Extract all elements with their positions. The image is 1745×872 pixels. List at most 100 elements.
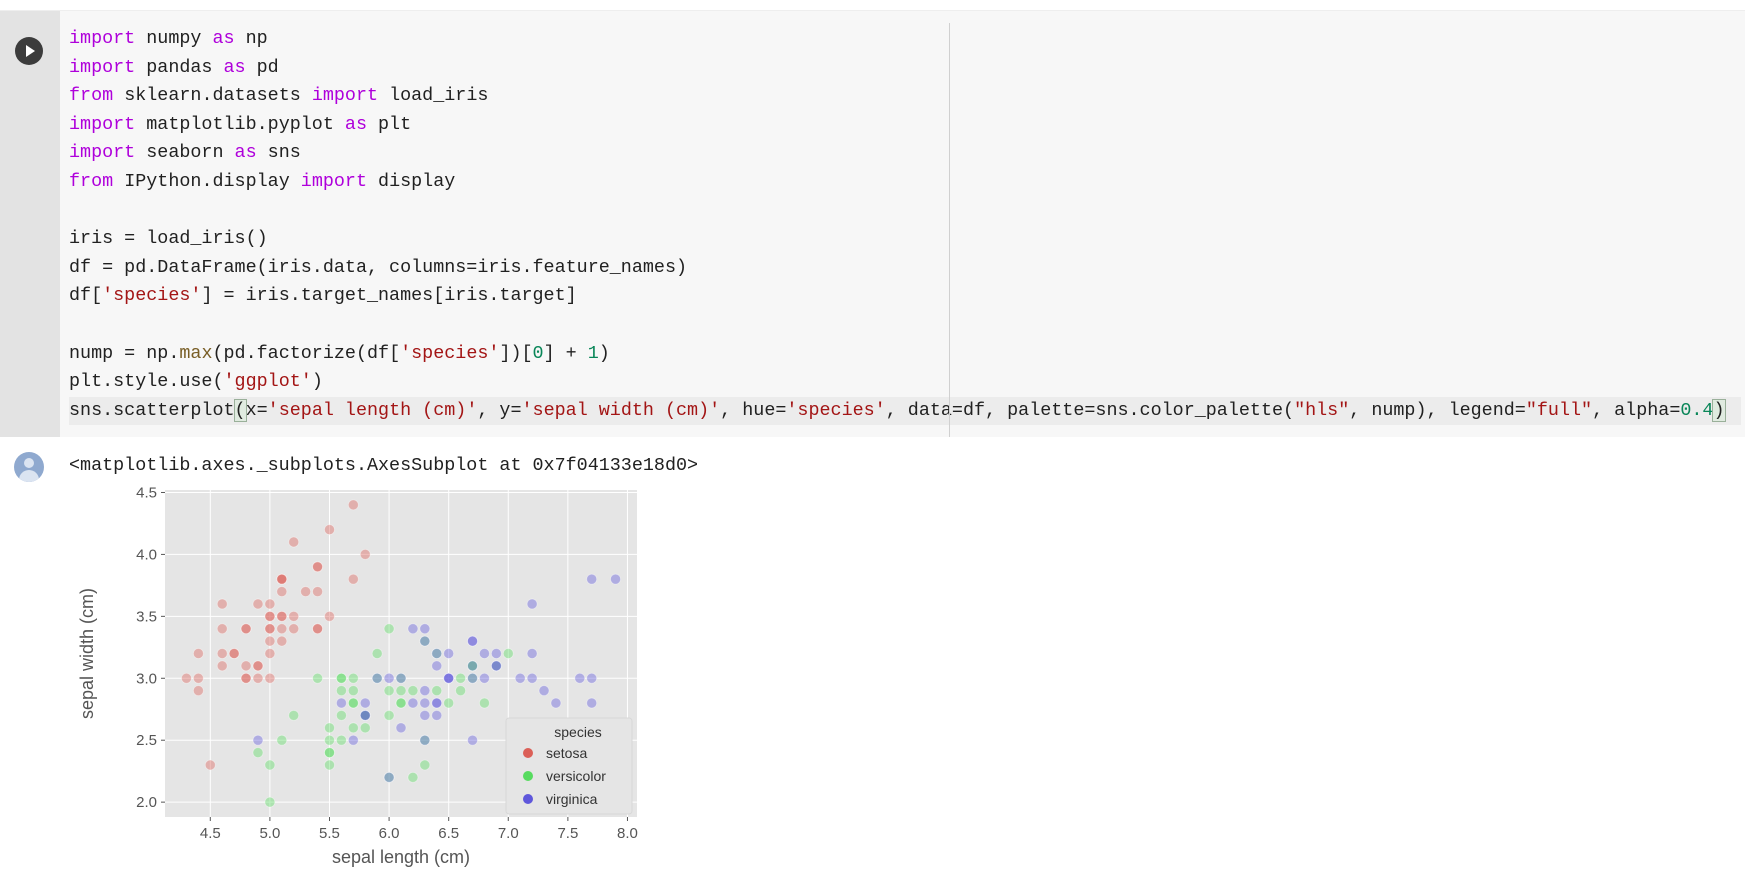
- data-point-versicolor: [407, 771, 419, 783]
- data-point-setosa: [264, 610, 276, 622]
- data-point-versicolor: [347, 685, 359, 697]
- data-point-setosa: [240, 660, 252, 672]
- data-point-virginica: [431, 697, 443, 709]
- legend-marker-virginica: [523, 794, 533, 804]
- y-tick-label: 4.5: [136, 484, 157, 501]
- data-point-virginica: [419, 697, 431, 709]
- data-point-setosa: [240, 623, 252, 635]
- data-point-setosa: [324, 524, 335, 536]
- y-tick-label: 3.5: [136, 608, 157, 625]
- data-point-setosa: [288, 610, 300, 622]
- data-point-setosa: [276, 623, 288, 635]
- data-point-setosa: [252, 660, 264, 672]
- data-point-virginica: [586, 697, 598, 709]
- y-tick-label: 2.5: [136, 732, 157, 749]
- data-point-setosa: [347, 499, 359, 511]
- data-point-versicolor: [419, 759, 431, 771]
- data-point-virginica: [419, 734, 431, 746]
- data-point-versicolor: [347, 722, 359, 734]
- data-point-setosa: [216, 598, 228, 610]
- legend-label-setosa: setosa: [546, 745, 587, 761]
- data-point-virginica: [359, 697, 371, 709]
- data-point-versicolor: [443, 697, 455, 709]
- data-point-setosa: [288, 536, 300, 548]
- legend-marker-versicolor: [523, 771, 533, 781]
- data-point-virginica: [550, 697, 562, 709]
- data-point-versicolor: [324, 747, 335, 758]
- data-point-setosa: [312, 561, 323, 573]
- data-point-setosa: [312, 586, 323, 597]
- data-point-versicolor: [479, 697, 490, 709]
- data-point-setosa: [276, 610, 288, 622]
- data-point-versicolor: [359, 722, 371, 734]
- data-point-setosa: [181, 672, 192, 684]
- x-tick-label: 8.0: [617, 825, 638, 842]
- data-point-setosa: [240, 672, 252, 684]
- x-tick-label: 5.5: [319, 825, 340, 842]
- data-point-versicolor: [324, 734, 335, 746]
- data-point-setosa: [252, 672, 264, 684]
- data-point-virginica: [467, 672, 478, 684]
- data-point-virginica: [419, 635, 431, 647]
- data-point-setosa: [252, 598, 264, 610]
- data-point-setosa: [264, 598, 276, 610]
- data-point-virginica: [467, 635, 478, 647]
- data-point-setosa: [312, 623, 323, 635]
- data-point-virginica: [526, 598, 538, 610]
- x-tick-label: 5.0: [259, 825, 280, 842]
- data-point-versicolor: [383, 710, 395, 721]
- data-point-virginica: [538, 685, 550, 697]
- data-point-setosa: [264, 648, 276, 659]
- data-point-setosa: [264, 672, 276, 684]
- data-point-virginica: [490, 648, 502, 659]
- data-point-versicolor: [324, 722, 335, 734]
- data-point-versicolor: [371, 648, 383, 659]
- data-point-versicolor: [383, 685, 395, 697]
- data-point-virginica: [479, 672, 490, 684]
- data-point-versicolor: [395, 697, 407, 709]
- data-point-virginica: [395, 672, 407, 684]
- x-axis-label: sepal length (cm): [332, 847, 470, 867]
- data-point-virginica: [526, 648, 538, 659]
- data-point-virginica: [407, 697, 419, 709]
- data-point-versicolor: [312, 672, 323, 684]
- data-point-virginica: [443, 672, 455, 684]
- legend-label-virginica: virginica: [546, 791, 598, 807]
- y-axis-label: sepal width (cm): [77, 588, 97, 719]
- data-point-versicolor: [383, 623, 395, 635]
- data-point-versicolor: [336, 734, 347, 746]
- data-point-setosa: [276, 635, 288, 647]
- data-point-virginica: [574, 672, 586, 684]
- data-point-versicolor: [264, 796, 276, 808]
- data-point-versicolor: [336, 710, 347, 721]
- data-point-virginica: [395, 722, 407, 734]
- data-point-versicolor: [347, 672, 359, 684]
- data-point-versicolor: [336, 672, 347, 684]
- data-point-virginica: [514, 672, 526, 684]
- data-point-setosa: [276, 573, 288, 585]
- data-point-setosa: [216, 660, 228, 672]
- data-point-versicolor: [502, 648, 514, 659]
- legend-title: species: [554, 724, 601, 740]
- y-tick-label: 2.0: [136, 794, 157, 811]
- legend-label-versicolor: versicolor: [546, 768, 606, 784]
- data-point-virginica: [490, 660, 502, 672]
- y-tick-label: 3.0: [136, 670, 157, 687]
- data-point-setosa: [204, 759, 216, 771]
- data-point-versicolor: [252, 747, 264, 758]
- data-point-setosa: [347, 573, 359, 585]
- data-point-versicolor: [336, 685, 347, 697]
- data-point-virginica: [431, 648, 443, 659]
- data-point-versicolor: [264, 759, 276, 771]
- y-tick-label: 4.0: [136, 546, 157, 563]
- data-point-setosa: [264, 623, 276, 635]
- data-point-setosa: [300, 586, 312, 597]
- data-point-virginica: [347, 734, 359, 746]
- data-point-virginica: [407, 623, 419, 635]
- data-point-versicolor: [288, 710, 300, 721]
- data-point-setosa: [192, 685, 204, 697]
- data-point-virginica: [383, 771, 395, 783]
- data-point-setosa: [192, 648, 204, 659]
- x-tick-label: 4.5: [200, 825, 221, 842]
- x-tick-label: 6.0: [379, 825, 400, 842]
